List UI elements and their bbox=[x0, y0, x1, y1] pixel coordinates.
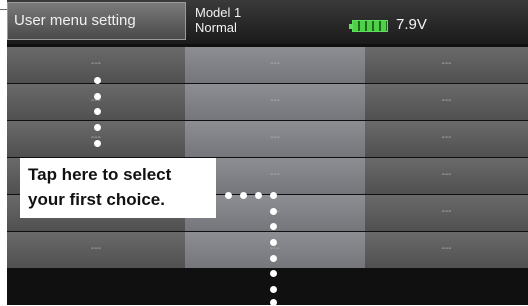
leader-dot bbox=[270, 286, 277, 293]
menu-row: --------- bbox=[7, 84, 528, 120]
menu-slot-button[interactable]: --- bbox=[185, 47, 365, 83]
menu-row: --------- bbox=[7, 121, 528, 157]
header-bar: User menu setting Model 1 Normal 7.9V bbox=[7, 0, 528, 44]
battery-icon bbox=[349, 20, 388, 32]
leader-dot bbox=[94, 93, 101, 100]
menu-title-tab[interactable]: User menu setting bbox=[7, 2, 186, 40]
leader-dot bbox=[270, 223, 277, 230]
menu-slot-button[interactable]: --- bbox=[365, 84, 528, 120]
menu-slot-button[interactable]: --- bbox=[365, 47, 528, 83]
leader-dot bbox=[270, 192, 277, 199]
battery-voltage: 7.9V bbox=[396, 16, 427, 33]
leader-dot bbox=[270, 270, 277, 277]
menu-slot-button[interactable]: --- bbox=[7, 232, 185, 268]
menu-slot-button[interactable]: --- bbox=[365, 158, 528, 194]
leader-dot bbox=[94, 108, 101, 115]
leader-dot bbox=[94, 124, 101, 131]
callout-line-1: Tap here to select bbox=[28, 165, 172, 184]
leader-dot bbox=[255, 192, 262, 199]
leader-dot bbox=[94, 77, 101, 84]
menu-slot-button[interactable]: --- bbox=[185, 121, 365, 157]
model-info: Model 1 Normal bbox=[195, 5, 241, 35]
leader-dot bbox=[225, 192, 232, 199]
menu-slot-button[interactable]: --- bbox=[365, 232, 528, 268]
model-mode: Normal bbox=[195, 20, 237, 35]
leader-dot bbox=[270, 255, 277, 262]
menu-row: --------- bbox=[7, 47, 528, 83]
transmitter-screen: User menu setting Model 1 Normal 7.9V --… bbox=[7, 0, 528, 305]
callout-leader-line bbox=[0, 9, 7, 10]
menu-slot-button[interactable]: --- bbox=[365, 121, 528, 157]
leader-dot bbox=[94, 140, 101, 147]
leader-dot bbox=[270, 239, 277, 246]
menu-slot-button[interactable]: --- bbox=[185, 84, 365, 120]
menu-row: --------- bbox=[7, 232, 528, 268]
leader-dot bbox=[240, 192, 247, 199]
menu-slot-button[interactable]: --- bbox=[185, 232, 365, 268]
instruction-callout: Tap here to select your first choice. bbox=[20, 158, 216, 218]
leader-dot bbox=[270, 208, 277, 215]
menu-slot-button[interactable]: --- bbox=[365, 195, 528, 231]
callout-line-2: your first choice. bbox=[28, 190, 165, 209]
model-name: Model 1 bbox=[195, 5, 242, 20]
